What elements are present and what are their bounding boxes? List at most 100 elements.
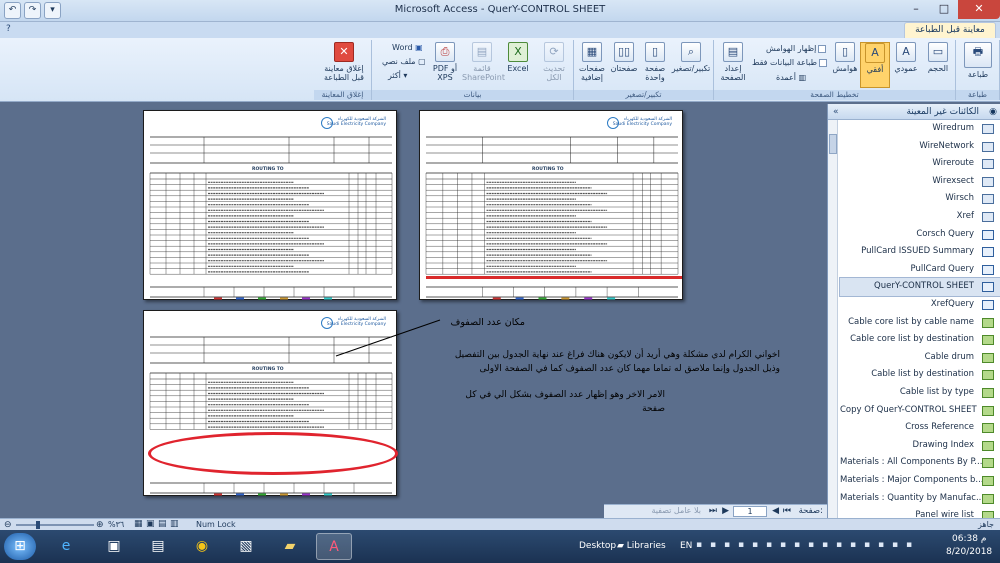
print-data-only-checkbox[interactable]: طباعة البيانات فقط	[752, 58, 827, 67]
preview-page-2[interactable]: الشركة السعودية للكهرباء Saudi Electricit…	[419, 110, 683, 300]
nav-item[interactable]: Wirsch	[840, 190, 1000, 208]
usb-tray-icon[interactable]: ▪	[864, 540, 870, 550]
refresh-all-button[interactable]: ⟳ تحديث الكل	[536, 42, 572, 82]
nav-item[interactable]: Xref	[840, 208, 1000, 226]
minimize-button[interactable]: –	[902, 0, 930, 19]
nav-item[interactable]: Drawing Index	[840, 437, 1000, 455]
nav-item[interactable]: PullCard Query	[840, 261, 1000, 279]
flag-tray-icon[interactable]: ▪	[836, 540, 842, 550]
more-export-button[interactable]: أكثر ▾	[388, 71, 407, 80]
margins-button[interactable]: ▯ هوامش	[830, 42, 860, 73]
clock-time[interactable]: 06:38 م	[952, 534, 986, 544]
one-page-button[interactable]: ▯ صفحة واحدة	[640, 42, 670, 82]
show-margins-checkbox[interactable]: إظهار الهوامش	[766, 44, 827, 53]
nav-item[interactable]: Cable list by type	[840, 384, 1000, 402]
access-taskbar-button[interactable]: A	[316, 533, 352, 560]
nav-item[interactable]: WireNetwork	[840, 138, 1000, 156]
word-button[interactable]: Word ▣	[392, 43, 423, 52]
quick-access-customize-icon[interactable]: ▾	[44, 2, 61, 19]
nav-item[interactable]: XrefQuery	[840, 296, 1000, 314]
antivirus-tray-icon[interactable]: ▪	[766, 540, 772, 550]
folder-icon[interactable]: ▰	[272, 533, 308, 560]
collapse-chevron-icon[interactable]: «	[833, 104, 839, 120]
view-design-icon[interactable]: ▤	[158, 519, 167, 529]
two-pages-button[interactable]: ▯▯ صفحتان	[608, 42, 640, 73]
bluetooth-tray-icon[interactable]: ▪	[738, 540, 744, 550]
chat-tray-icon[interactable]: ▪	[892, 540, 898, 550]
maximize-button[interactable]: □	[930, 0, 958, 19]
portrait-button[interactable]: A عمودي	[890, 42, 922, 73]
start-button[interactable]: ⊞	[4, 533, 36, 560]
pdf-xps-button[interactable]: ⎙ PDF أو XPS	[428, 42, 462, 82]
nav-item[interactable]: Cable core list by cable name	[840, 314, 1000, 332]
nav-item[interactable]: Corsch Query	[840, 226, 1000, 244]
sharepoint-list-button[interactable]: ▤ قائمة SharePoint	[462, 42, 505, 82]
next-page-button[interactable]: ▶	[722, 506, 729, 516]
tab-print-preview[interactable]: معاينة قبل الطباعة	[904, 22, 996, 39]
page-setup-button[interactable]: ▤ إعداد الصفحة	[716, 42, 750, 82]
nav-item[interactable]: Cable list by destination	[840, 366, 1000, 384]
nav-item[interactable]: Wirexsect	[840, 173, 1000, 191]
close-button[interactable]: ✕	[958, 0, 1000, 19]
volume-tray-icon[interactable]: ▪	[752, 540, 758, 550]
text-file-button[interactable]: ملف نصي ▢	[382, 57, 426, 66]
shield-tray-icon[interactable]: ▪	[794, 540, 800, 550]
cloud-tray-icon[interactable]: ▪	[906, 540, 912, 550]
zoom-slider[interactable]	[16, 524, 94, 526]
network-tray-icon[interactable]: ▪	[710, 540, 716, 550]
clock-date[interactable]: 8/20/2018	[946, 547, 992, 557]
display-tray-icon[interactable]: ▪	[808, 540, 814, 550]
nav-item[interactable]: PullCard ISSUED Summary	[840, 243, 1000, 261]
nav-item[interactable]: Cable core list by destination	[840, 331, 1000, 349]
nav-item[interactable]: Materials : Major Components b...	[840, 472, 1000, 490]
zoom-out-button[interactable]: ⊖	[4, 520, 12, 530]
explorer-icon[interactable]: ▣	[96, 533, 132, 560]
zoom-slider-thumb[interactable]	[36, 521, 40, 529]
nav-item[interactable]: Cable drum	[840, 349, 1000, 367]
sync-tray-icon[interactable]: ▪	[850, 540, 856, 550]
view-report-icon[interactable]: ▥	[170, 519, 179, 529]
excel-button[interactable]: X Excel	[502, 42, 534, 73]
nav-pane-menu-icon[interactable]: ◉	[989, 104, 997, 120]
update-tray-icon[interactable]: ▪	[724, 540, 730, 550]
view-layout-icon[interactable]: ▣	[146, 519, 155, 529]
columns-button[interactable]: أعمدة ▥	[776, 73, 806, 82]
battery-tray-icon[interactable]: ▪	[822, 540, 828, 550]
print-button[interactable]: 🖶 طباعة	[962, 42, 994, 79]
print-preview-area[interactable]: الشركة السعودية للكهرباء Saudi Electricit…	[0, 104, 827, 518]
zoom-button[interactable]: ⌕ تكبير/تصغير	[670, 42, 712, 73]
help-tray-icon[interactable]: ▪	[696, 540, 702, 550]
more-pages-button[interactable]: ▦ صفحات إضافية	[576, 42, 608, 82]
zoom-in-button[interactable]: ⊕	[96, 520, 104, 530]
last-page-button[interactable]: ⏭	[709, 506, 717, 516]
nav-pane-header[interactable]: الكائنات غير المعينة « ◉	[828, 104, 1000, 120]
view-print-preview-icon[interactable]: ▦	[134, 519, 143, 529]
landscape-button[interactable]: A أفقي	[860, 42, 890, 88]
desktop-toolbar[interactable]: Desktop	[579, 541, 616, 551]
nav-item[interactable]: Materials : All Components By P...	[840, 454, 1000, 472]
quick-access-undo-icon[interactable]: ↶	[4, 2, 21, 19]
page-number-input[interactable]: 1	[733, 506, 767, 517]
chrome-icon[interactable]: ◉	[184, 533, 220, 560]
help-icon[interactable]: ?	[6, 24, 11, 34]
power-tray-icon[interactable]: ▪	[878, 540, 884, 550]
nav-item[interactable]: QuerY-CONTROL SHEET	[839, 277, 1000, 297]
footer-color-mark	[280, 493, 288, 496]
preview-page-1[interactable]: الشركة السعودية للكهرباء Saudi Electricit…	[143, 110, 397, 300]
nav-item[interactable]: Materials : Quantity by Manufac...	[840, 490, 1000, 508]
language-indicator[interactable]: EN	[680, 541, 692, 551]
previous-page-button[interactable]: ◀	[772, 506, 779, 516]
app-icon[interactable]: ▧	[228, 533, 264, 560]
printer-tray-icon[interactable]: ▪	[780, 540, 786, 550]
first-page-button[interactable]: ⏮	[783, 506, 791, 516]
quick-access-redo-icon[interactable]: ↷	[24, 2, 41, 19]
nav-item[interactable]: Wiredrum	[840, 120, 1000, 138]
libraries-toolbar[interactable]: ▰ Libraries	[617, 541, 666, 551]
nav-item[interactable]: Cross Reference	[840, 419, 1000, 437]
nav-item[interactable]: Copy Of QuerY-CONTROL SHEET	[840, 402, 1000, 420]
archive-icon[interactable]: ▤	[140, 533, 176, 560]
nav-item[interactable]: Wireroute	[840, 155, 1000, 173]
size-button[interactable]: ▭ الحجم	[922, 42, 954, 73]
close-print-preview-button[interactable]: ✕ إغلاق معاينة قبل الطباعة	[318, 42, 370, 82]
internet-explorer-icon[interactable]: e	[48, 533, 84, 560]
